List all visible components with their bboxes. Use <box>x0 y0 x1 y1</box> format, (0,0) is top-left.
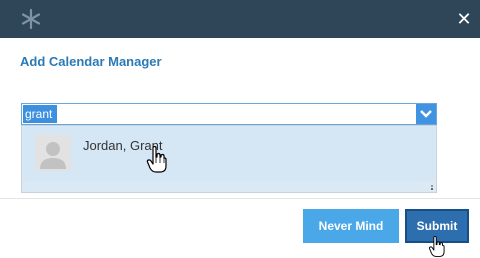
snowflake-icon <box>21 8 41 30</box>
search-result-item[interactable]: Jordan, Grant <box>23 127 435 181</box>
manager-search-input[interactable] <box>23 105 57 123</box>
dropdown-toggle-button[interactable] <box>416 104 436 124</box>
chevron-down-icon <box>420 110 432 118</box>
resize-grip-icon[interactable] <box>427 184 433 190</box>
manager-search-combobox[interactable] <box>21 103 437 125</box>
title-bar: ✕ <box>0 0 480 38</box>
hand-pointer-cursor-icon <box>428 236 445 257</box>
close-button[interactable]: ✕ <box>454 8 474 30</box>
user-avatar-icon <box>35 135 71 171</box>
close-icon: ✕ <box>456 8 472 30</box>
search-results-dropdown: Jordan, Grant <box>21 125 437 193</box>
dialog-title: Add Calendar Manager <box>20 54 162 69</box>
dialog-footer: Never Mind Submit <box>0 199 480 258</box>
never-mind-button[interactable]: Never Mind <box>303 209 399 243</box>
hand-pointer-cursor-icon <box>146 146 167 173</box>
